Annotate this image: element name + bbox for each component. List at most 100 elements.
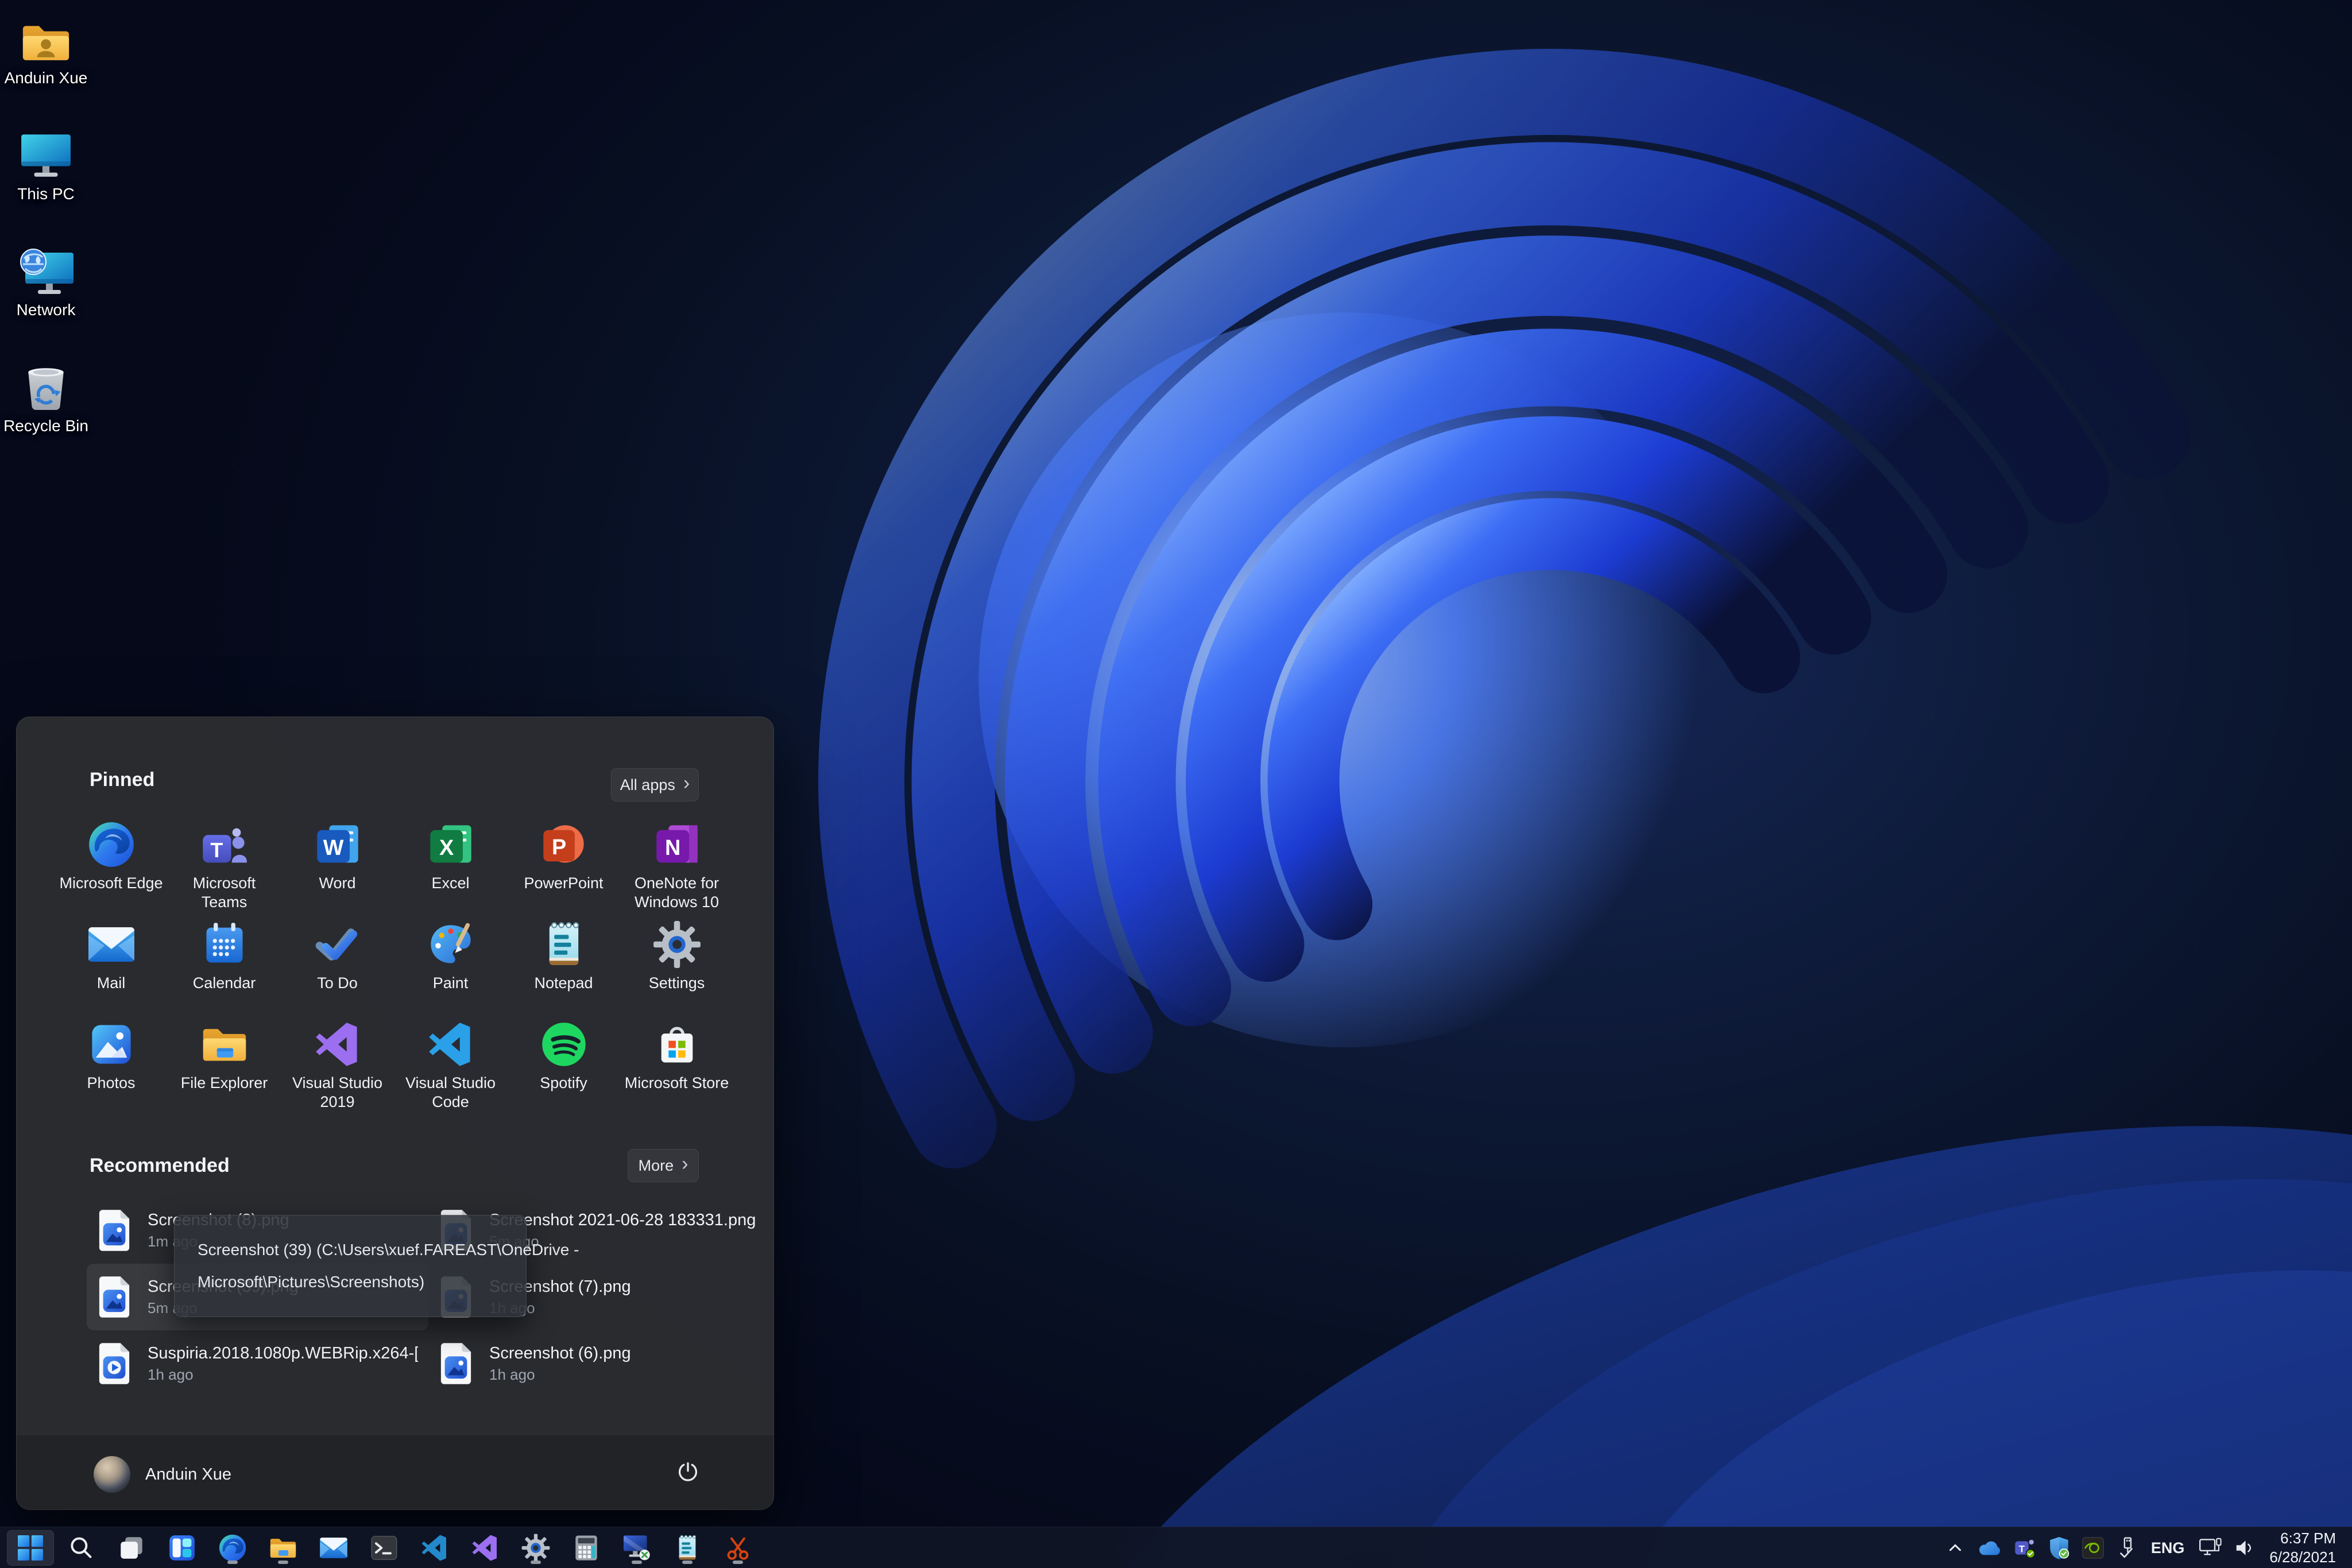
desktop-icon-label: Anduin Xue — [5, 69, 88, 87]
tray-nvidia-button[interactable] — [2079, 1532, 2107, 1564]
search-button[interactable] — [57, 1530, 105, 1566]
desktop-icon-network[interactable]: Network — [1, 235, 91, 351]
file-path-tooltip: Screenshot (39) (C:\Users\xuef.FAREAST\O… — [174, 1215, 527, 1317]
taskbar-terminal-button[interactable] — [361, 1530, 408, 1566]
more-button[interactable]: More › — [628, 1149, 699, 1182]
nvidia-icon — [2082, 1537, 2104, 1559]
tray-windows-security-button[interactable] — [2044, 1532, 2074, 1564]
onedrive-cloud-icon — [1976, 1539, 2002, 1557]
app-tile-calendar[interactable]: Calendar — [168, 920, 281, 1020]
desktop: Anduin Xue This PC Network — [0, 0, 2352, 1568]
taskbar-settings-button[interactable] — [512, 1530, 559, 1566]
tray-clock[interactable]: 6:37 PM 6/28/2021 — [2264, 1530, 2342, 1566]
app-tile-todo[interactable]: To Do — [281, 920, 394, 1020]
avatar — [94, 1456, 130, 1493]
app-tile-visual-studio-2019[interactable]: Visual Studio 2019 — [281, 1020, 394, 1120]
svg-text:P: P — [551, 835, 566, 860]
running-indicator — [278, 1561, 288, 1564]
user-name: Anduin Xue — [145, 1465, 231, 1484]
svg-text:T: T — [2019, 1544, 2025, 1555]
app-label: Visual Studio 2019 — [284, 1074, 391, 1112]
task-view-button[interactable] — [108, 1530, 155, 1566]
app-tile-onenote[interactable]: N OneNote for Windows 10 — [620, 820, 733, 920]
svg-text:N: N — [665, 836, 680, 860]
tray-network-button[interactable] — [2195, 1532, 2226, 1564]
tray-onedrive-button[interactable] — [1973, 1532, 2005, 1564]
app-label: Photos — [87, 1074, 135, 1093]
app-label: Settings — [649, 974, 705, 993]
all-apps-button[interactable]: All apps › — [611, 768, 699, 802]
app-tile-microsoft-edge[interactable]: Microsoft Edge — [55, 820, 168, 920]
app-tile-photos[interactable]: Photos — [55, 1020, 168, 1120]
edge-icon — [87, 820, 136, 869]
speaker-icon — [2234, 1538, 2256, 1558]
app-tile-settings[interactable]: Settings — [620, 920, 733, 1020]
windows-bloom-wallpaper — [660, 0, 2352, 1568]
visual-studio-icon — [471, 1534, 500, 1562]
recommended-item[interactable]: Screenshot (6).png 1h ago — [428, 1330, 770, 1397]
app-label: Visual Studio Code — [397, 1074, 504, 1112]
microsoft-store-icon — [653, 1020, 701, 1068]
todo-icon — [314, 920, 362, 969]
snipping-tool-icon — [724, 1534, 752, 1562]
app-tile-microsoft-teams[interactable]: T Microsoft Teams — [168, 820, 281, 920]
app-label: Microsoft Edge — [59, 874, 163, 893]
taskbar-visual-studio-button[interactable] — [462, 1530, 509, 1566]
taskbar-remote-desktop-button[interactable] — [613, 1530, 660, 1566]
security-shield-icon — [2048, 1536, 2071, 1560]
tray-usb-button[interactable] — [2112, 1532, 2141, 1564]
app-tile-spotify[interactable]: Spotify — [507, 1020, 620, 1120]
app-tile-excel[interactable]: X Excel — [394, 820, 507, 920]
remote-desktop-icon — [622, 1535, 651, 1561]
tray-language-button[interactable]: ENG — [2145, 1532, 2191, 1564]
desktop-icon-recycle-bin[interactable]: Recycle Bin — [1, 351, 91, 467]
taskbar-calculator-button[interactable] — [563, 1530, 610, 1566]
edge-icon — [218, 1534, 247, 1562]
start-button[interactable] — [7, 1530, 54, 1566]
taskbar-vscode-button[interactable] — [411, 1530, 458, 1566]
taskbar-notepad-button[interactable] — [664, 1530, 711, 1566]
taskbar-mail-button[interactable] — [310, 1530, 357, 1566]
recommended-item[interactable]: Suspiria.2018.1080p.WEBRip.x264-[… 1h ag… — [87, 1330, 428, 1397]
taskbar-snipping-tool-button[interactable] — [714, 1530, 761, 1566]
image-file-icon — [97, 1275, 131, 1319]
tooltip-line1: Screenshot (39) (C:\Users\xuef.FAREAST\O… — [198, 1234, 503, 1266]
widgets-button[interactable] — [158, 1530, 206, 1566]
app-tile-microsoft-store[interactable]: Microsoft Store — [620, 1020, 733, 1120]
teams-tray-icon: T — [2013, 1536, 2036, 1559]
app-tile-word[interactable]: W Word — [281, 820, 394, 920]
spotify-icon — [540, 1020, 588, 1068]
app-label: OneNote for Windows 10 — [624, 874, 730, 912]
desktop-icon-user-folder[interactable]: Anduin Xue — [1, 3, 91, 119]
app-tile-notepad[interactable]: Notepad — [507, 920, 620, 1020]
taskbar-edge-button[interactable] — [209, 1530, 256, 1566]
settings-gear-icon — [653, 920, 701, 969]
running-indicator — [227, 1561, 238, 1564]
notepad-icon — [540, 920, 588, 969]
excel-icon: X — [427, 820, 475, 869]
chevron-right-icon: › — [682, 1158, 688, 1173]
user-account-button[interactable]: Anduin Xue — [86, 1453, 239, 1496]
file-time: 1h ago — [489, 1366, 631, 1384]
app-label: Microsoft Store — [625, 1074, 729, 1093]
windows-start-icon — [18, 1535, 43, 1561]
desktop-icon-label: This PC — [17, 185, 75, 203]
app-tile-paint[interactable]: Paint — [394, 920, 507, 1020]
tray-volume-button[interactable] — [2230, 1532, 2259, 1564]
powerpoint-icon: P — [540, 820, 588, 869]
app-label: PowerPoint — [524, 874, 603, 893]
word-icon: W — [314, 820, 362, 869]
vscode-icon — [427, 1020, 475, 1068]
taskbar-file-explorer-button[interactable] — [260, 1530, 307, 1566]
app-tile-visual-studio-code[interactable]: Visual Studio Code — [394, 1020, 507, 1120]
power-button[interactable] — [670, 1454, 706, 1489]
tray-show-hidden-icons-button[interactable] — [1942, 1532, 1968, 1564]
app-tile-file-explorer[interactable]: File Explorer — [168, 1020, 281, 1120]
app-tile-powerpoint[interactable]: P PowerPoint — [507, 820, 620, 920]
ethernet-network-icon — [2198, 1536, 2222, 1559]
desktop-icon-list: Anduin Xue This PC Network — [1, 3, 91, 467]
app-tile-mail[interactable]: Mail — [55, 920, 168, 1020]
desktop-icon-this-pc[interactable]: This PC — [1, 119, 91, 235]
tray-teams-button[interactable]: T — [2010, 1532, 2040, 1564]
running-indicator — [733, 1561, 743, 1564]
